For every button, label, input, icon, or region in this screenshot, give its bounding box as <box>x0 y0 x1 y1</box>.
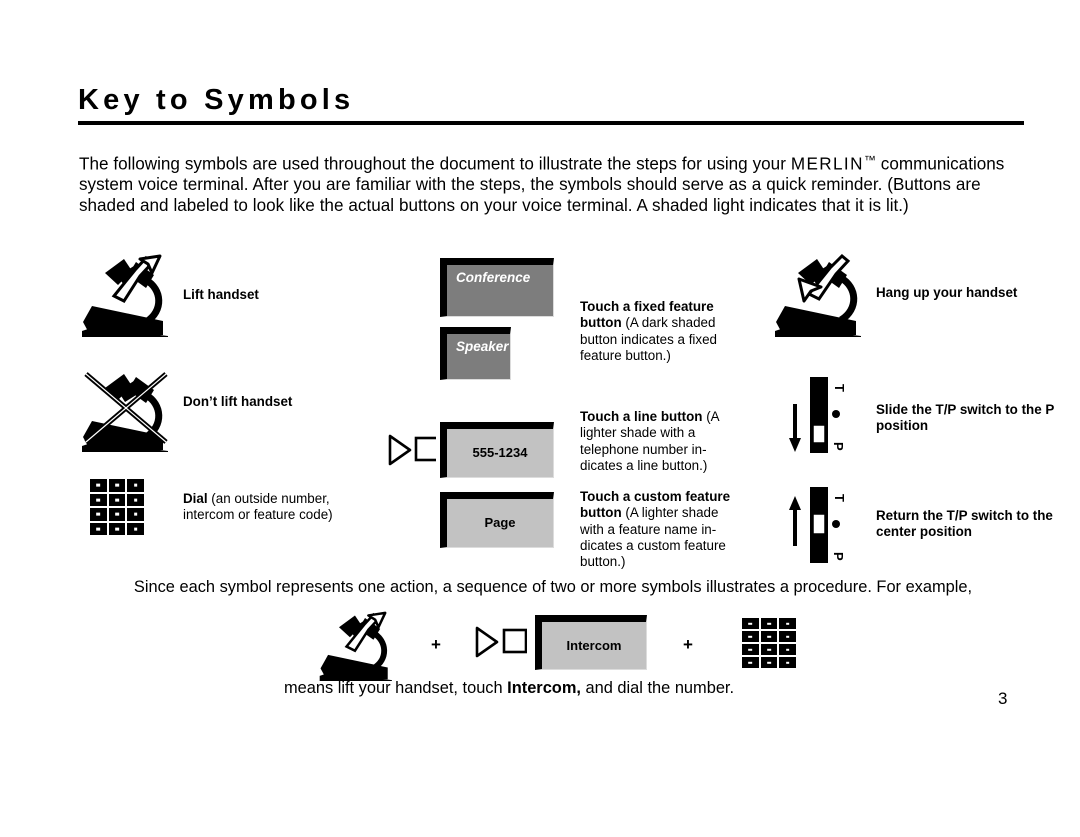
dialpad-key <box>779 657 796 668</box>
slide-tp-label: Slide the T/P switch to the P position <box>876 402 1056 435</box>
dialpad-key <box>127 522 144 535</box>
dont-lift-handset-label: Don’t lift handset <box>183 394 373 410</box>
intercom-button[interactable]: Intercom <box>535 615 647 670</box>
speaker-button-label: Speaker <box>456 339 509 354</box>
svg-text:P: P <box>831 442 846 451</box>
dialpad-key <box>742 657 759 668</box>
dialpad-key <box>760 618 778 629</box>
line-button-label: 555-1234 <box>472 445 528 461</box>
handset-lift-icon <box>80 249 180 339</box>
intro-text-before-brand: The following symbols are used throughou… <box>79 154 791 174</box>
svg-text:P: P <box>831 552 846 561</box>
dialpad-key <box>90 493 107 506</box>
dialpad-key <box>742 631 759 642</box>
svg-text:T: T <box>832 494 847 502</box>
dialpad-key <box>108 493 126 506</box>
dialpad-key <box>779 631 796 642</box>
dialpad-key <box>108 479 126 492</box>
hang-up-text: Hang up your handset <box>876 285 1018 300</box>
arrow-up-icon <box>789 496 801 546</box>
example-dialpad-icon <box>742 618 796 668</box>
example-plus-1: + <box>431 635 441 654</box>
hang-up-label: Hang up your handset <box>876 285 1056 301</box>
slide-tp-text: Slide the T/P switch to the P position <box>876 402 1055 434</box>
dialpad-key <box>127 493 144 506</box>
means-after: and dial the number. <box>580 679 735 697</box>
intercom-button-label: Intercom <box>566 637 622 653</box>
lift-handset-label: Lift handset <box>183 287 343 303</box>
fixed-feature-description: Touch a fixed feature button (A dark sha… <box>580 299 738 364</box>
conference-button-label: Conference <box>456 270 531 285</box>
line-button-bold: Touch a line button <box>580 409 703 424</box>
tp-switch-center-icon: T P <box>788 482 852 572</box>
dialpad-key <box>127 508 144 521</box>
svg-text:T: T <box>832 384 847 392</box>
brand-name: MERLIN <box>790 154 864 174</box>
return-tp-text: Return the T/P switch to the center posi… <box>876 508 1053 540</box>
dont-lift-handset-text: Don’t lift handset <box>183 394 293 409</box>
dialpad-key <box>90 479 107 492</box>
page-title: Key to Symbols <box>78 84 355 116</box>
line-button-555-1234[interactable]: 555-1234 <box>440 422 554 478</box>
intro-paragraph: The following symbols are used throughou… <box>79 150 1027 217</box>
example-means-text: means lift your handset, touch Intercom,… <box>79 679 939 698</box>
dialpad-key <box>90 522 107 535</box>
arrow-down-icon <box>789 404 801 452</box>
line-button-description: Touch a line button (A lighter shade wit… <box>580 409 738 474</box>
example-touch-triangle-square-icon <box>473 625 528 659</box>
dialpad-key <box>90 508 107 521</box>
custom-feature-description: Touch a custom feature button (A lighter… <box>580 489 738 570</box>
example-intro-text: Since each symbol represents one action,… <box>133 578 973 596</box>
dialpad-key <box>779 618 796 629</box>
handset-no-lift-icon <box>78 362 182 454</box>
dialpad-icon <box>90 479 144 535</box>
return-tp-label: Return the T/P switch to the center posi… <box>876 508 1056 541</box>
dial-label-bold: Dial <box>183 491 208 506</box>
dialpad-key <box>779 644 796 655</box>
tp-switch-p-icon: T P <box>788 372 852 460</box>
means-bold: Intercom, <box>507 679 581 697</box>
page-button-label: Page <box>484 515 516 531</box>
page-number: 3 <box>998 689 1008 708</box>
title-underline-rule <box>78 121 1024 125</box>
example-handset-lift-icon <box>318 607 402 683</box>
touch-triangle-square-icon <box>386 433 440 467</box>
example-plus-2: + <box>683 635 693 654</box>
dialpad-key <box>742 618 759 629</box>
lift-handset-text: Lift handset <box>183 287 259 302</box>
conference-button[interactable]: Conference <box>440 258 554 317</box>
dialpad-key <box>108 508 126 521</box>
handset-hangup-icon <box>773 249 873 339</box>
page-custom-feature-button[interactable]: Page <box>440 492 554 548</box>
dialpad-key <box>760 644 778 655</box>
dialpad-key <box>742 644 759 655</box>
dial-label: Dial (an outside number, intercom or fea… <box>183 491 363 524</box>
dialpad-key <box>760 657 778 668</box>
means-before: means lift your handset, touch <box>283 679 508 697</box>
speaker-button[interactable]: Speaker <box>440 327 511 380</box>
dialpad-key <box>108 522 126 535</box>
dialpad-key <box>760 631 778 642</box>
trademark-symbol: ™ <box>863 153 876 168</box>
dialpad-key <box>127 479 144 492</box>
